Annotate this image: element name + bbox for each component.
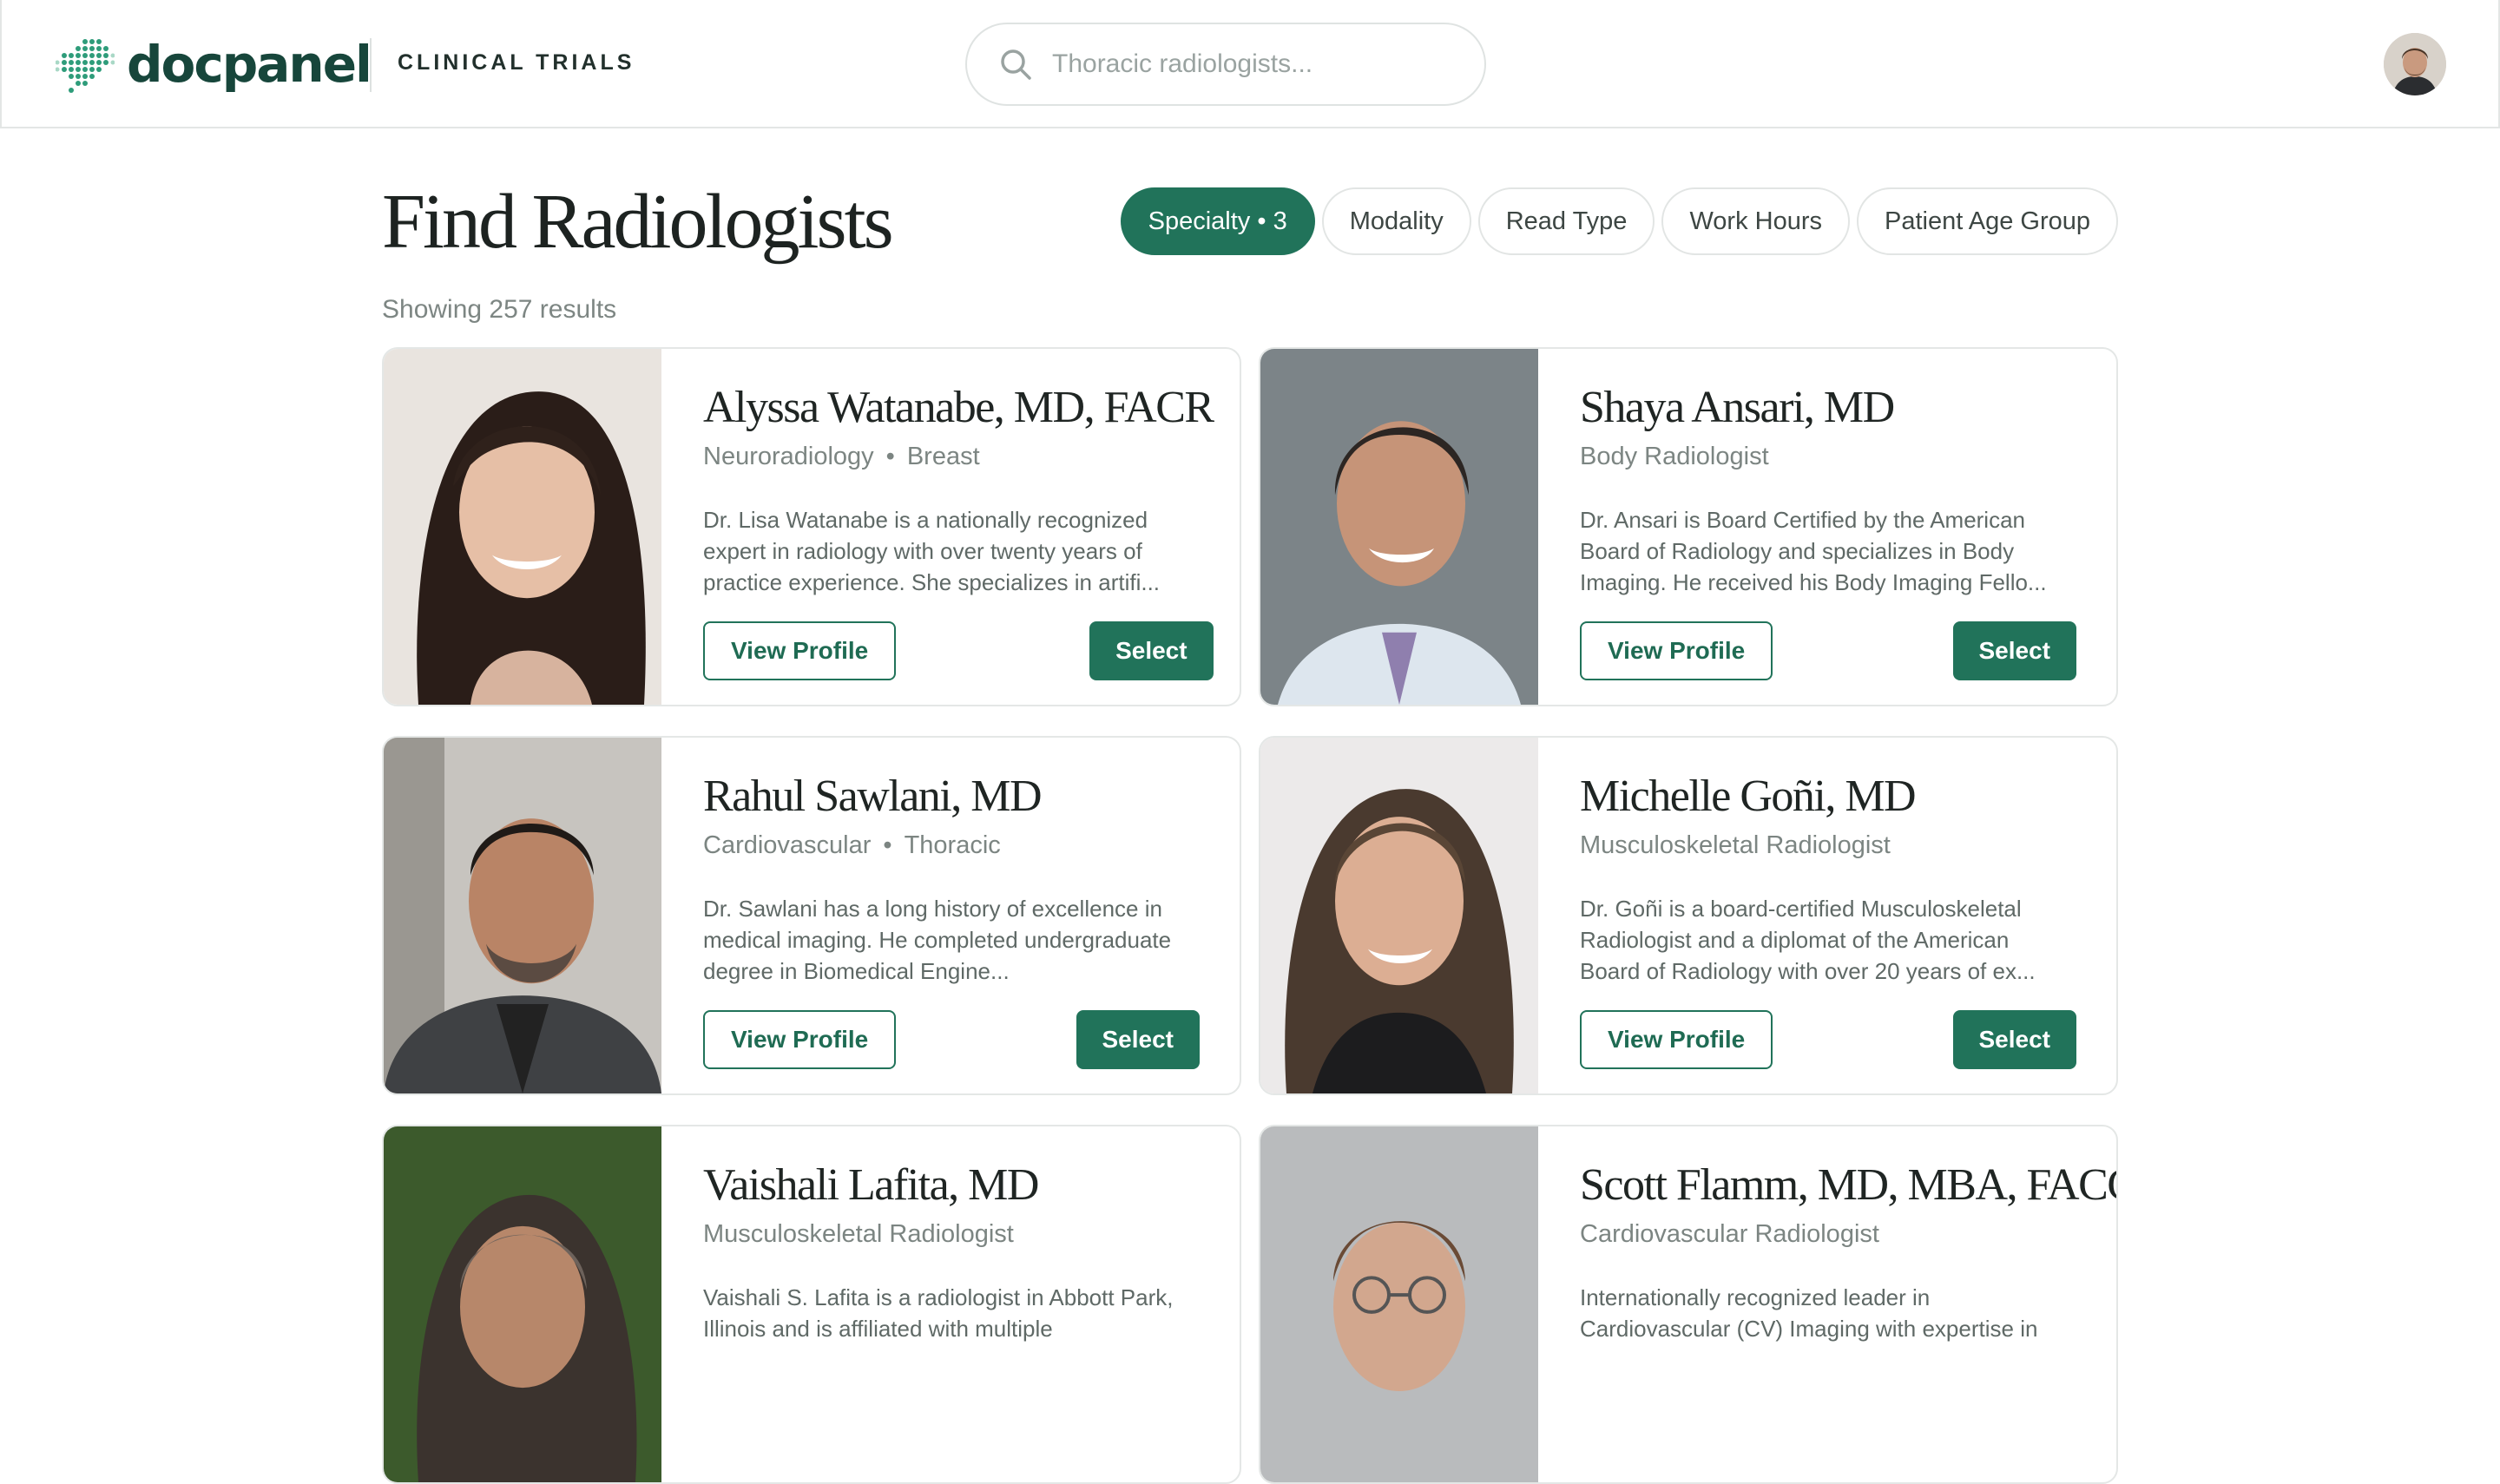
doctor-photo xyxy=(384,349,661,705)
search-icon xyxy=(1001,49,1031,80)
specialty-tag: Musculoskeletal Radiologist xyxy=(703,1220,1014,1248)
doctor-specialties: Musculoskeletal Radiologist xyxy=(1580,831,2076,860)
filter-patient-age-group[interactable]: Patient Age Group xyxy=(1857,187,2118,255)
specialty-tag: Musculoskeletal Radiologist xyxy=(1580,831,1891,859)
specialty-tag: Cardiovascular Radiologist xyxy=(1580,1220,1879,1248)
doctor-name[interactable]: Scott Flamm, MD, MBA, FACC xyxy=(1580,1159,2116,1211)
select-button[interactable]: Select xyxy=(1076,1010,1200,1069)
specialty-tag: Breast xyxy=(906,443,980,470)
view-profile-button[interactable]: View Profile xyxy=(703,1010,897,1069)
doctor-specialties: Musculoskeletal Radiologist xyxy=(703,1220,1200,1249)
select-button[interactable]: Select xyxy=(1952,1010,2076,1069)
section-label: CLINICAL TRIALS xyxy=(398,50,635,75)
card-body: Rahul Sawlani, MD Cardiovascular • Thoraci… xyxy=(661,738,1240,1093)
filter-bar: Specialty • 3 Modality Read Type Work Ho… xyxy=(1120,187,2118,255)
specialty-tag: Neuroradiology xyxy=(703,443,874,470)
radiologist-card: Michelle Goñi, MD Musculoskeletal Radiol… xyxy=(1259,736,2118,1095)
filter-specialty[interactable]: Specialty • 3 xyxy=(1120,187,1315,255)
doctor-photo xyxy=(384,1126,661,1482)
doctor-specialties: Neuroradiology • Breast xyxy=(703,443,1214,471)
card-body: Michelle Goñi, MD Musculoskeletal Radiol… xyxy=(1538,738,2116,1093)
radiologist-card: Rahul Sawlani, MD Cardiovascular • Thoraci… xyxy=(382,736,1241,1095)
view-profile-button[interactable]: View Profile xyxy=(703,621,897,680)
filter-work-hours[interactable]: Work Hours xyxy=(1661,187,1850,255)
doctor-name[interactable]: Rahul Sawlani, MD xyxy=(703,771,1200,823)
avatar-person-icon xyxy=(2384,33,2446,95)
radiologist-card: Vaishali Lafita, MD Musculoskeletal Radi… xyxy=(382,1125,1241,1484)
doctor-name[interactable]: Michelle Goñi, MD xyxy=(1580,771,2076,823)
doctor-bio: Dr. Ansari is Board Certified by the Ame… xyxy=(1580,507,2047,595)
card-body: Vaishali Lafita, MD Musculoskeletal Radi… xyxy=(661,1126,1240,1482)
doctor-bio: Internationally recognized leader in Car… xyxy=(1580,1284,2038,1342)
search-bar[interactable] xyxy=(965,23,1486,106)
view-profile-button[interactable]: View Profile xyxy=(1580,1010,1773,1069)
doctor-bio: Dr. Sawlani has a long history of excell… xyxy=(703,896,1172,984)
doctor-name[interactable]: Alyssa Watanabe, MD, FACR xyxy=(703,382,1214,434)
logo-divider xyxy=(370,38,372,92)
page-title: Find Radiologists xyxy=(382,179,894,265)
doctor-photo xyxy=(1260,1126,1538,1482)
logo-dots-icon xyxy=(56,39,115,93)
specialty-tag: Body Radiologist xyxy=(1580,443,1769,470)
doctor-bio: Dr. Goñi is a board-certified Musculoske… xyxy=(1580,896,2036,984)
card-actions: View Profile Select xyxy=(1580,1010,2076,1069)
doctor-bio: Vaishali S. Lafita is a radiologist in A… xyxy=(703,1284,1174,1342)
doctor-specialties: Cardiovascular • Thoracic xyxy=(703,831,1200,860)
doctor-specialties: Body Radiologist xyxy=(1580,443,2076,471)
doctor-bio: Dr. Lisa Watanabe is a nationally recogn… xyxy=(703,507,1161,595)
search-input[interactable] xyxy=(1052,49,1460,79)
results-count: Showing 257 results xyxy=(382,295,617,324)
separator-dot: • xyxy=(883,831,892,859)
filter-read-type[interactable]: Read Type xyxy=(1477,187,1655,255)
filter-modality[interactable]: Modality xyxy=(1321,187,1471,255)
radiologist-card: Shaya Ansari, MD Body Radiologist Dr. An… xyxy=(1259,347,2118,706)
card-actions: View Profile Select xyxy=(1580,621,2076,680)
radiologist-card: Alyssa Watanabe, MD, FACR Neuroradiology… xyxy=(382,347,1241,706)
select-button[interactable]: Select xyxy=(1952,621,2076,680)
doctor-name[interactable]: Shaya Ansari, MD xyxy=(1580,382,2076,434)
doctor-name[interactable]: Vaishali Lafita, MD xyxy=(703,1159,1200,1211)
top-bar: docpanel CLINICAL TRIALS xyxy=(0,0,2500,128)
view-profile-button[interactable]: View Profile xyxy=(1580,621,1773,680)
separator-dot: • xyxy=(885,443,895,470)
user-avatar[interactable] xyxy=(2384,33,2446,95)
brand-name: docpanel xyxy=(127,35,372,94)
radiologist-card: Scott Flamm, MD, MBA, FACC Cardiovascula… xyxy=(1259,1125,2118,1484)
specialty-tag: Cardiovascular xyxy=(703,831,872,859)
brand-logo[interactable]: docpanel xyxy=(56,31,372,97)
doctor-photo xyxy=(384,738,661,1093)
radiologist-grid: Alyssa Watanabe, MD, FACR Neuroradiology… xyxy=(382,347,2118,1484)
card-body: Scott Flamm, MD, MBA, FACC Cardiovascula… xyxy=(1538,1126,2116,1482)
specialty-tag: Thoracic xyxy=(904,831,1001,859)
card-body: Shaya Ansari, MD Body Radiologist Dr. An… xyxy=(1538,349,2116,705)
card-actions: View Profile Select xyxy=(703,621,1214,680)
doctor-photo xyxy=(1260,349,1538,705)
select-button[interactable]: Select xyxy=(1089,621,1214,680)
doctor-photo xyxy=(1260,738,1538,1093)
card-body: Alyssa Watanabe, MD, FACR Neuroradiology… xyxy=(661,349,1240,705)
card-actions: View Profile Select xyxy=(703,1010,1200,1069)
doctor-specialties: Cardiovascular Radiologist xyxy=(1580,1220,2116,1249)
